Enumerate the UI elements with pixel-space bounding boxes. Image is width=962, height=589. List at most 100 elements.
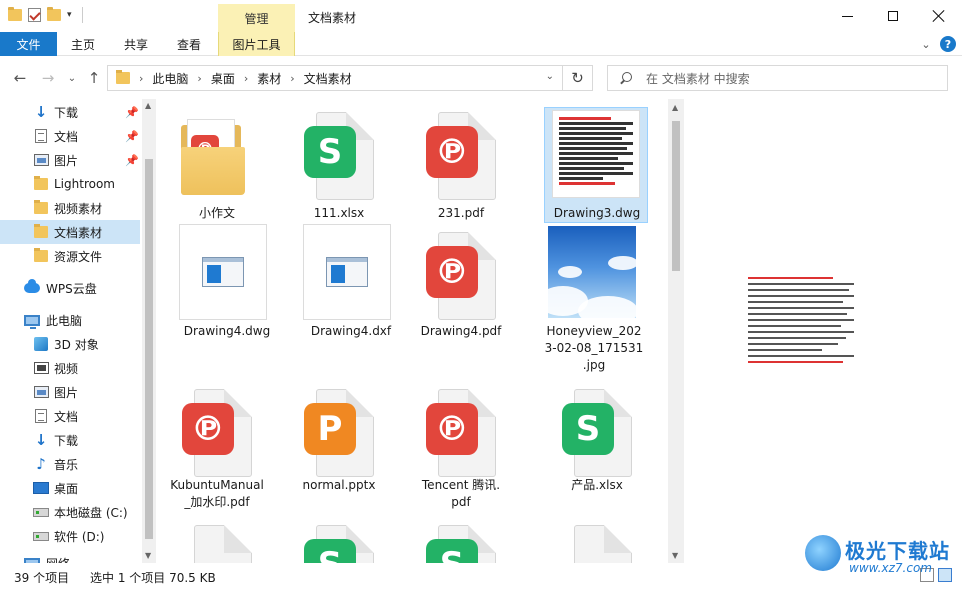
- search-icon: [620, 72, 632, 84]
- ribbon-tabs: 文件 主页 共享 查看 图片工具 ⌄ ?: [0, 32, 962, 56]
- tab-home[interactable]: 主页: [57, 32, 109, 56]
- file-tile-folder[interactable]: ℗ 小作文: [163, 104, 271, 226]
- sidebar-item-documents[interactable]: 文档: [0, 404, 140, 428]
- file-tile-jpg[interactable]: Honeyview_202 3-02-08_171531 .jpg: [540, 224, 648, 384]
- search-input[interactable]: 在 文档素材 中搜索: [607, 65, 948, 91]
- watermark-brand: 极光下载站: [845, 539, 950, 563]
- wps-pdf-icon: ℗: [426, 246, 478, 298]
- tab-picture-tools[interactable]: 图片工具: [218, 32, 295, 56]
- sidebar-item-desktop[interactable]: 桌面: [0, 476, 140, 500]
- file-tile-pdf[interactable]: ℗ 231.pdf: [407, 104, 515, 226]
- download-icon: ↓: [34, 431, 48, 449]
- breadcrumb-document-material[interactable]: 文档素材: [304, 70, 352, 87]
- scroll-up-arrow-icon[interactable]: ▲: [145, 101, 151, 110]
- document-icon: [35, 129, 47, 143]
- file-tile-xlsx[interactable]: S 111.xlsx: [285, 104, 393, 226]
- close-icon: [933, 10, 945, 22]
- sidebar-item-pictures-pinned[interactable]: 图片 📌: [0, 148, 140, 172]
- maximize-button[interactable]: [870, 0, 916, 32]
- file-tile-dwg[interactable]: Drawing4.dwg: [179, 224, 287, 346]
- file-thumbnail: ℗: [173, 389, 261, 477]
- sidebar-item-downloads[interactable]: ↓ 下载: [0, 428, 140, 452]
- folder-icon: [34, 200, 48, 214]
- sidebar-scrollbar[interactable]: ▲ ▼: [142, 99, 156, 563]
- sidebar-item-3d-objects[interactable]: 3D 对象: [0, 332, 140, 356]
- file-tile-dwg-selected[interactable]: Drawing3.dwg: [544, 107, 648, 223]
- sidebar-item-local-disk-c[interactable]: 本地磁盘 (C:): [0, 500, 140, 524]
- file-tile-pdf[interactable]: ℗ KubuntuManual _加水印.pdf: [163, 381, 271, 511]
- sidebar-item-label: 图片: [54, 385, 79, 400]
- new-folder-icon[interactable]: [47, 7, 61, 21]
- sidebar-item-lightroom[interactable]: Lightroom: [0, 172, 140, 196]
- sidebar-item-video-material[interactable]: 视频素材: [0, 196, 140, 220]
- breadcrumb-separator-icon[interactable]: ›: [197, 72, 201, 85]
- breadcrumb-desktop[interactable]: 桌面: [211, 70, 235, 87]
- folder-icon[interactable]: [8, 7, 22, 21]
- music-icon: ♪: [36, 455, 46, 473]
- wps-spreadsheet-icon: S: [304, 126, 356, 178]
- sidebar-item-videos[interactable]: 视频: [0, 356, 140, 380]
- sidebar-item-software-d[interactable]: 软件 (D:): [0, 524, 140, 548]
- document-preview: [748, 277, 854, 393]
- scroll-down-arrow-icon[interactable]: ▼: [145, 551, 151, 560]
- sidebar-item-label: 图片: [54, 153, 79, 168]
- selection-info: 选中 1 个项目 70.5 KB: [90, 571, 216, 585]
- minimize-button[interactable]: [824, 0, 870, 32]
- file-tile-partial[interactable]: S: [407, 517, 515, 563]
- breadcrumb-this-pc[interactable]: 此电脑: [152, 70, 188, 87]
- address-bar[interactable]: › 此电脑 › 桌面 › 素材 › 文档素材 ⌄: [107, 65, 563, 91]
- forward-arrow-icon[interactable]: →: [38, 68, 58, 88]
- properties-check-icon[interactable]: [28, 8, 41, 22]
- breadcrumb-separator-icon[interactable]: ›: [290, 72, 294, 85]
- file-tile-pdf[interactable]: ℗ Tencent 腾讯. pdf: [407, 381, 515, 511]
- recent-locations-chevron-icon[interactable]: ⌄: [62, 68, 82, 88]
- close-button[interactable]: [916, 0, 962, 32]
- pictures-icon: [33, 154, 49, 166]
- wps-pdf-icon: ℗: [426, 126, 478, 178]
- tab-share[interactable]: 共享: [109, 32, 163, 56]
- sidebar-item-network[interactable]: 网络: [0, 551, 140, 563]
- sidebar-item-document-material[interactable]: 文档素材: [0, 220, 140, 244]
- file-tile-partial[interactable]: S: [285, 517, 393, 563]
- file-list-scrollbar[interactable]: ▲ ▼: [668, 99, 684, 563]
- sidebar-item-music[interactable]: ♪ 音乐: [0, 452, 140, 476]
- breadcrumb-material[interactable]: 素材: [257, 70, 281, 87]
- sidebar-item-wps-cloud[interactable]: WPS云盘: [0, 276, 140, 300]
- wps-pdf-icon: ℗: [426, 403, 478, 455]
- customize-toolbar-chevron-icon[interactable]: ▾: [67, 10, 72, 20]
- file-name: Drawing4.pdf: [420, 324, 502, 338]
- expand-ribbon-chevron-icon[interactable]: ⌄: [918, 36, 934, 52]
- tab-file[interactable]: 文件: [0, 32, 57, 56]
- file-tile-xlsx[interactable]: S 产品.xlsx: [543, 381, 651, 511]
- sidebar-item-pictures[interactable]: 图片: [0, 380, 140, 404]
- sidebar-item-documents-pinned[interactable]: 文档 📌: [0, 124, 140, 148]
- breadcrumb-separator-icon[interactable]: ›: [244, 72, 248, 85]
- pin-icon[interactable]: 📌: [125, 130, 139, 143]
- file-tile-pdf[interactable]: ℗ Drawing4.pdf: [407, 224, 515, 346]
- scroll-down-arrow-icon[interactable]: ▼: [672, 551, 678, 560]
- pin-icon[interactable]: 📌: [125, 106, 139, 119]
- file-list: ℗ 小作文 S 111.xlsx ℗ 231.pdf: [160, 99, 668, 563]
- sidebar-item-downloads-pinned[interactable]: ↓ 下载 📌: [0, 100, 140, 124]
- file-thumbnail: S: [295, 525, 383, 563]
- tab-view[interactable]: 查看: [163, 32, 215, 56]
- address-history-chevron-icon[interactable]: ⌄: [546, 71, 554, 82]
- file-tile-partial[interactable]: [163, 517, 271, 563]
- document-icon: [35, 409, 47, 423]
- file-list-scrollbar-thumb[interactable]: [672, 121, 680, 271]
- scroll-up-arrow-icon[interactable]: ▲: [672, 103, 678, 112]
- back-arrow-icon[interactable]: ←: [10, 68, 30, 88]
- refresh-button[interactable]: ↻: [563, 65, 593, 91]
- file-tile-partial[interactable]: [543, 517, 651, 563]
- file-tile-pptx[interactable]: P normal.pptx: [285, 381, 393, 511]
- pin-icon[interactable]: 📌: [125, 154, 139, 167]
- sky-image-thumbnail: [548, 226, 636, 318]
- sidebar-scrollbar-thumb[interactable]: [145, 159, 153, 539]
- quick-access-toolbar: ▾: [8, 7, 83, 23]
- sidebar-item-resource-files[interactable]: 资源文件: [0, 244, 140, 268]
- sidebar-item-this-pc[interactable]: 此电脑: [0, 308, 140, 332]
- file-tile-dxf[interactable]: Drawing4.dxf: [303, 224, 411, 346]
- help-icon[interactable]: ?: [940, 36, 956, 52]
- sidebar-item-label: 此电脑: [46, 313, 83, 328]
- up-arrow-icon[interactable]: ↑: [84, 68, 104, 88]
